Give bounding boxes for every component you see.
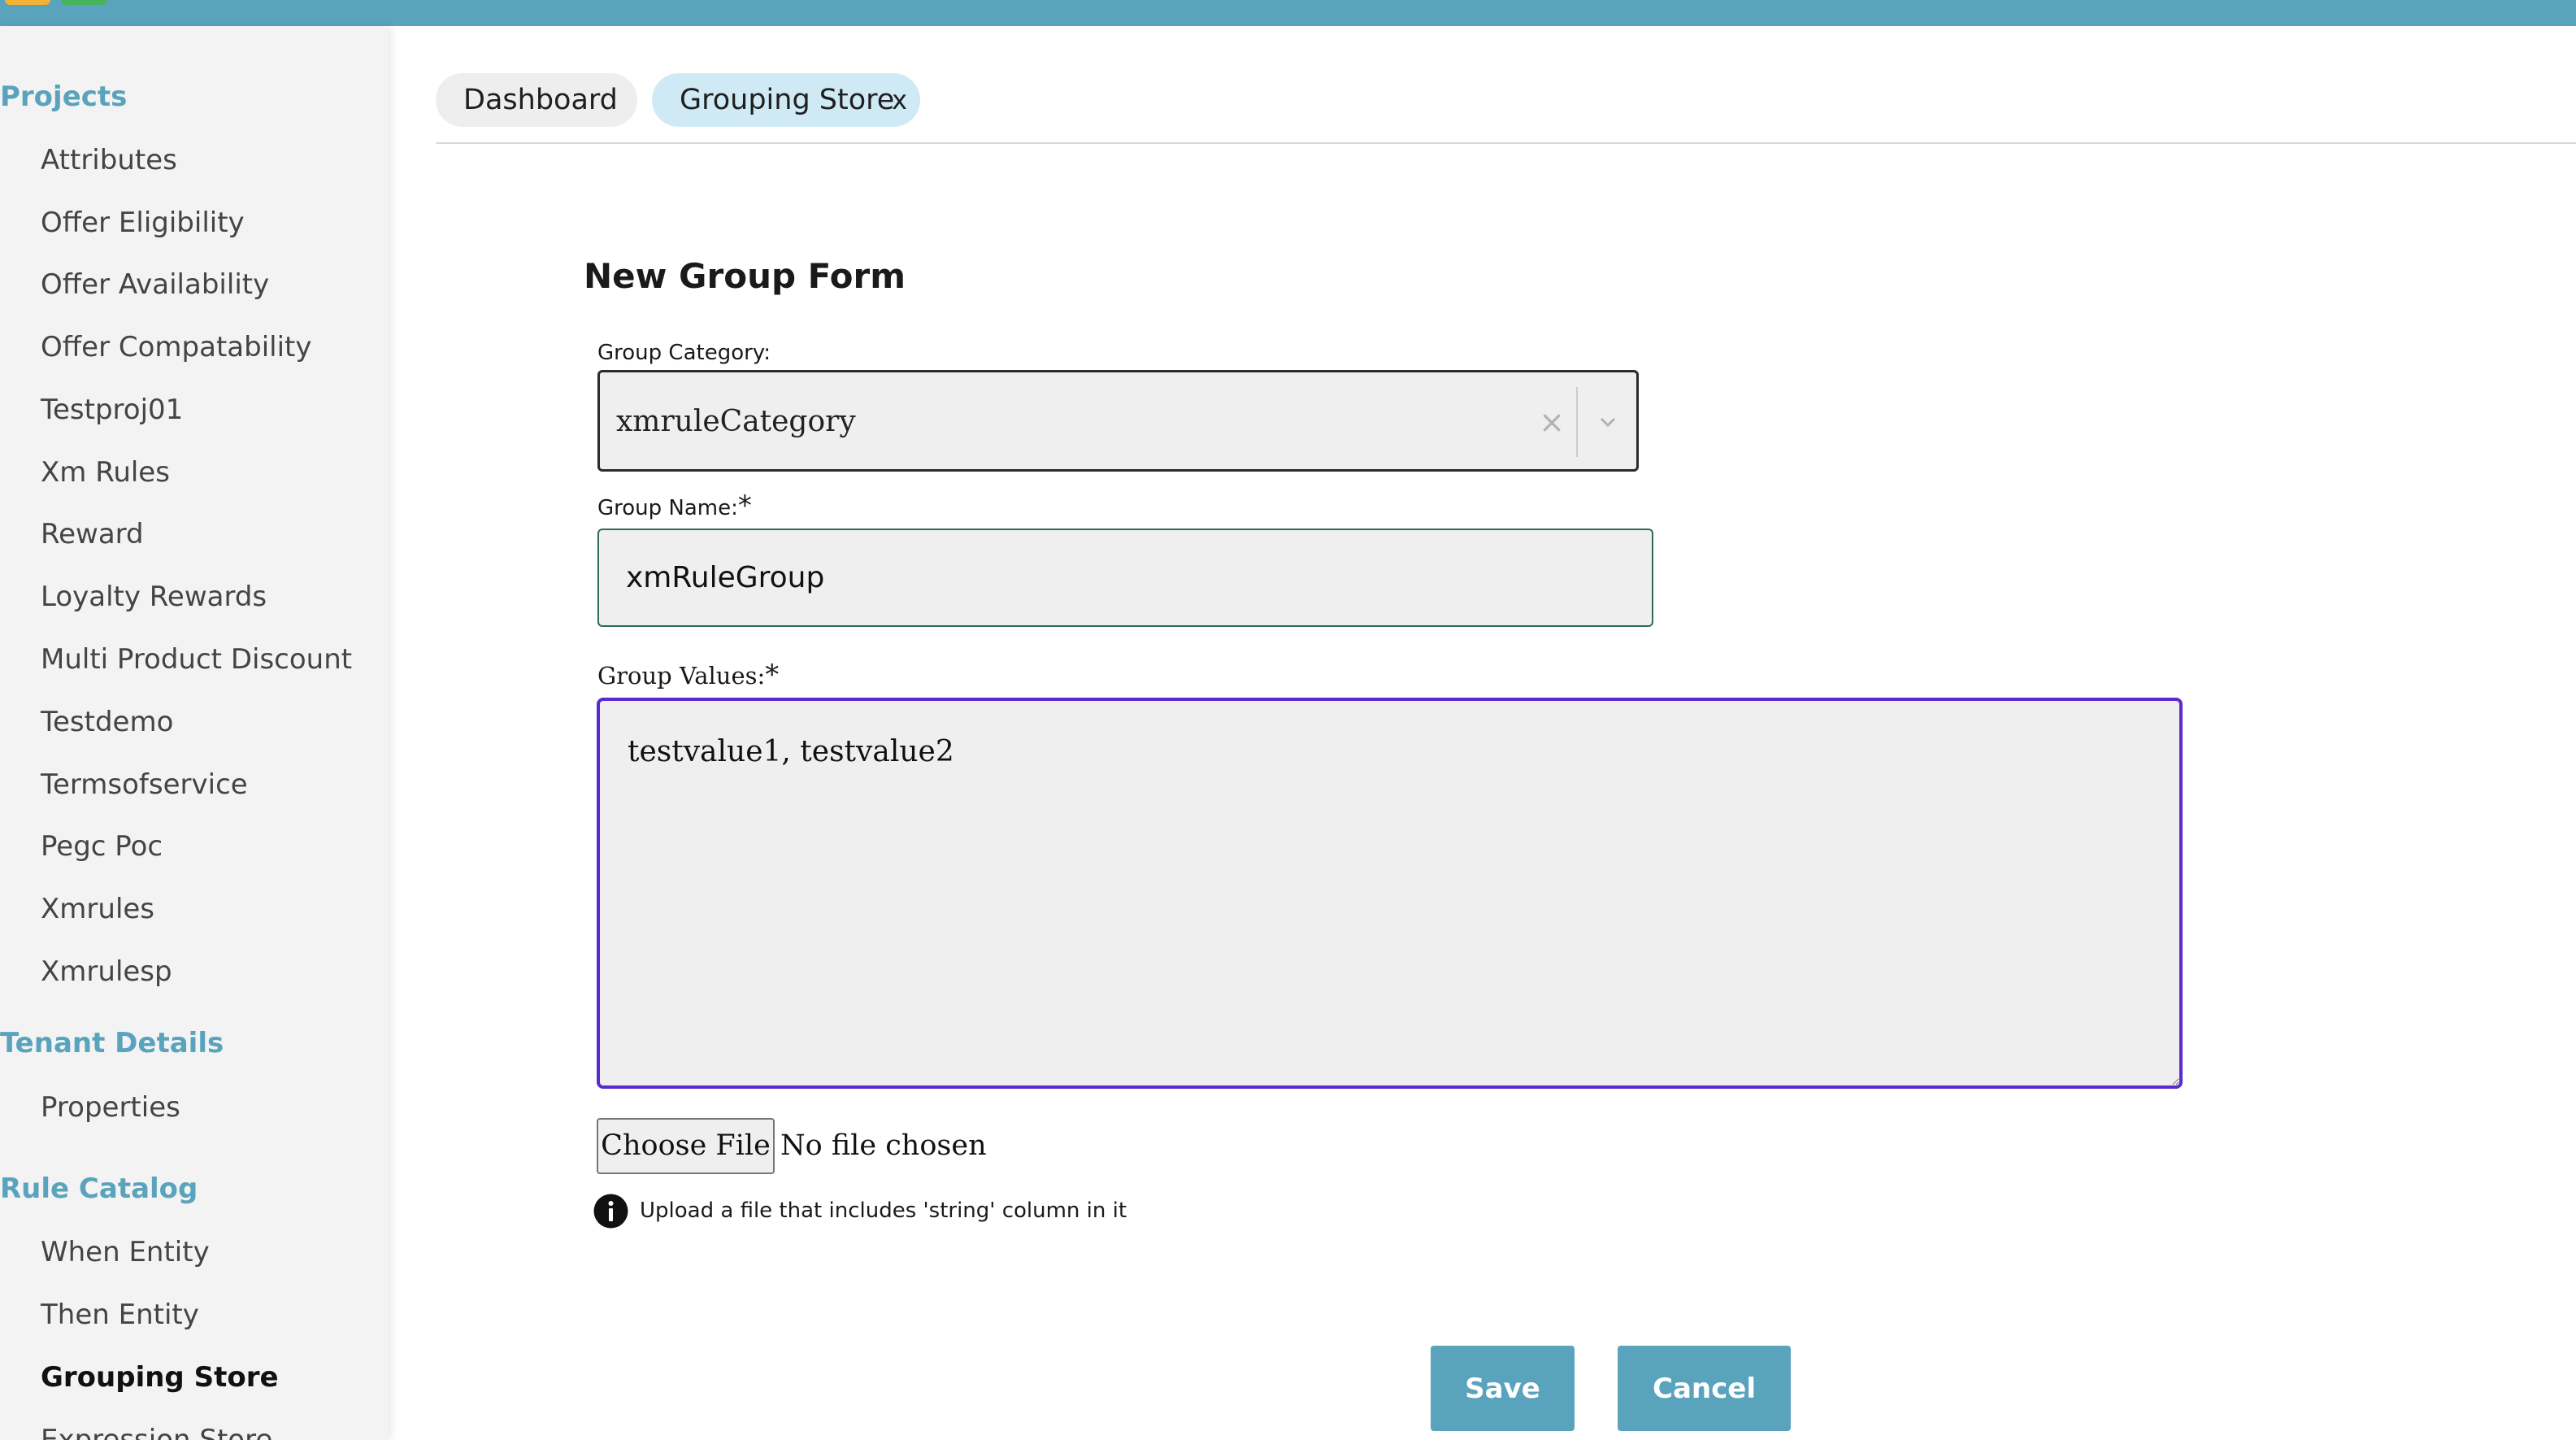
sidebar-item-properties[interactable]: Properties (41, 1091, 180, 1124)
sidebar-item-xmrules[interactable]: Xmrules (41, 893, 154, 925)
sidebar-item-xmrulesp[interactable]: Xmrulesp (41, 955, 172, 988)
cancel-button[interactable]: Cancel (1618, 1346, 1791, 1431)
file-status: No file chosen (780, 1129, 987, 1162)
tab-divider (436, 142, 2576, 144)
logo-mark-right (62, 0, 107, 5)
select-separator (1576, 387, 1578, 457)
tab-grouping-store-label: Grouping Store (680, 84, 895, 116)
required-marker: * (737, 489, 752, 522)
group-name-label: Group Name:* (597, 489, 752, 522)
upload-help-text: Upload a file that includes 'string' col… (640, 1199, 1127, 1223)
sidebar-item-offer-compatability[interactable]: Offer Compatability (41, 331, 312, 363)
tab-dashboard[interactable]: Dashboard (436, 73, 637, 127)
choose-file-button[interactable]: Choose File (597, 1118, 775, 1174)
sidebar-item-testproj01[interactable]: Testproj01 (41, 394, 183, 426)
sidebar-section-rule-catalog[interactable]: Rule Catalog (0, 1172, 198, 1205)
sidebar-item-termsofservice[interactable]: Termsofservice (41, 768, 248, 801)
group-values-label-text: Group Values: (597, 662, 766, 690)
sidebar-section-projects[interactable]: Projects (0, 80, 127, 113)
close-icon[interactable]: x (892, 73, 907, 127)
chevron-down-icon[interactable] (1594, 408, 1622, 436)
info-icon (593, 1194, 628, 1229)
group-category-value: xmruleCategory (616, 405, 856, 438)
sidebar-item-reward[interactable]: Reward (41, 518, 144, 550)
top-bar (0, 0, 2576, 26)
sidebar-item-grouping-store[interactable]: Grouping Store (41, 1361, 279, 1394)
group-name-label-text: Group Name: (597, 496, 738, 520)
group-values-label: Group Values:* (597, 659, 779, 691)
sidebar-item-when-entity[interactable]: When Entity (41, 1236, 210, 1268)
tab-grouping-store[interactable]: Grouping Store x (652, 73, 920, 127)
group-category-select[interactable]: xmruleCategory × (597, 370, 1639, 472)
sidebar-item-offer-eligibility[interactable]: Offer Eligibility (41, 207, 245, 239)
clear-icon[interactable]: × (1539, 372, 1565, 472)
group-category-label: Group Category: (597, 341, 771, 365)
form-title: New Group Form (584, 256, 906, 296)
sidebar: Projects Attributes Offer Eligibility Of… (0, 26, 389, 1440)
sidebar-item-testdemo[interactable]: Testdemo (41, 706, 173, 738)
sidebar-section-tenant-details[interactable]: Tenant Details (0, 1027, 224, 1059)
sidebar-item-then-entity[interactable]: Then Entity (41, 1299, 199, 1331)
sidebar-item-pegc-poc[interactable]: Pegc Poc (41, 830, 163, 863)
sidebar-item-offer-availability[interactable]: Offer Availability (41, 268, 269, 301)
sidebar-item-xm-rules[interactable]: Xm Rules (41, 456, 170, 489)
group-name-input[interactable] (597, 529, 1653, 627)
logo-mark-left (5, 0, 50, 5)
tab-dashboard-label: Dashboard (463, 84, 618, 116)
required-marker: * (765, 659, 780, 691)
sidebar-item-attributes[interactable]: Attributes (41, 144, 177, 176)
sidebar-item-multi-product-discount[interactable]: Multi Product Discount (41, 643, 352, 676)
sidebar-item-expression-store[interactable]: Expression Store (41, 1424, 272, 1440)
save-button[interactable]: Save (1431, 1346, 1575, 1431)
group-values-textarea[interactable]: testvalue1, testvalue2 (597, 698, 2183, 1089)
sidebar-item-loyalty-rewards[interactable]: Loyalty Rewards (41, 581, 267, 613)
